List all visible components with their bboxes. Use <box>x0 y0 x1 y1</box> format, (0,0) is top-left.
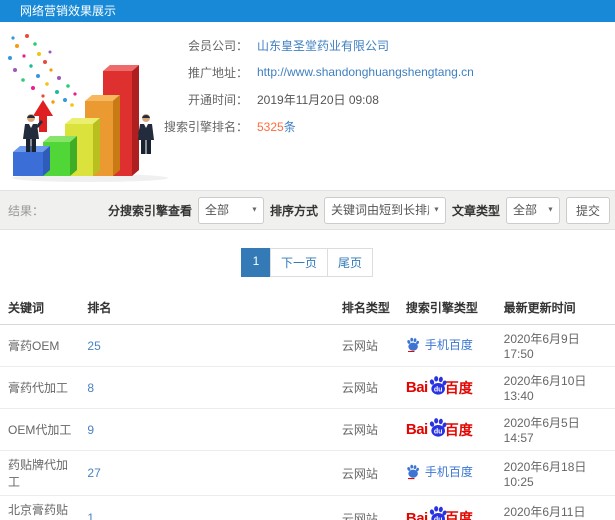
col-updated: 最新更新时间 <box>495 291 615 325</box>
results-table: 关键词 排名 排名类型 搜索引擎类型 最新更新时间 膏药OEM 25 云网站 手… <box>0 291 615 520</box>
info-row-rank-count: 搜索引擎排名： 5325条 <box>130 117 474 135</box>
rank-count-label: 搜索引擎排名： <box>163 119 248 134</box>
updated-cell: 2020年6月5日 14:57 <box>495 408 615 451</box>
updated-cell: 2020年6月18日 10:25 <box>495 450 615 496</box>
svg-text:du: du <box>434 516 443 520</box>
mobile-baidu-logo: 手机百度 <box>406 336 473 353</box>
col-keyword: 关键词 <box>0 291 80 325</box>
table-row: 膏药OEM 25 云网站 手机百度 2020年6月9日 17:50 <box>0 324 615 367</box>
member-info: 会员公司： 山东皇圣堂药业有限公司 推广地址： http://www.shand… <box>130 36 474 144</box>
table-row: 药贴牌代加工 27 云网站 手机百度 2020年6月18日 10:25 <box>0 450 615 496</box>
col-engine-type: 搜索引擎类型 <box>397 291 496 325</box>
info-row-open-time: 开通时间： 2019年11月20日 09:08 <box>130 90 474 108</box>
sort-filter-label: 排序方式 <box>269 203 318 218</box>
updated-cell: 2020年6月11日 11:18 <box>495 495 615 520</box>
rank-type-cell: 云网站 <box>333 408 398 451</box>
info-row-company: 会员公司： 山东皇圣堂药业有限公司 <box>130 36 474 54</box>
filter-bar: 结果： 分搜索引擎查看 全部 排序方式 关键词由短到长排序 文章类型 全部 提交 <box>0 190 615 230</box>
baidu-paw-icon: du <box>429 375 447 395</box>
mobile-baidu-logo: 手机百度 <box>406 463 473 480</box>
keyword-cell: 膏药代加工 <box>0 366 80 409</box>
rank-type-cell: 云网站 <box>333 495 398 520</box>
engine-cell: 手机百度 <box>397 324 496 367</box>
sort-select[interactable]: 关键词由短到长排序 <box>323 196 446 224</box>
page-title: 网络营销效果展示 <box>20 4 117 18</box>
rank-count-unit[interactable]: 条 <box>284 120 296 134</box>
table-header-row: 关键词 排名 排名类型 搜索引擎类型 最新更新时间 <box>0 291 615 325</box>
rank-type-cell: 云网站 <box>333 366 398 409</box>
pagination: 1 下一页 尾页 <box>0 248 615 277</box>
result-label: 结果： <box>8 203 45 218</box>
page-button-current[interactable]: 1 <box>240 248 271 277</box>
keyword-cell: 药贴牌代加工 <box>0 450 80 496</box>
rank-link[interactable]: 8 <box>79 366 334 409</box>
baidu-logo: Bai du 百度 <box>406 417 473 441</box>
top-section: 会员公司： 山东皇圣堂药业有限公司 推广地址： http://www.shand… <box>0 22 615 190</box>
engine-cell: Bai du 百度 <box>397 495 496 520</box>
engine-select-wrap: 全部 <box>197 196 264 224</box>
engine-filter-label: 分搜索引擎查看 <box>107 203 192 218</box>
company-link[interactable]: 山东皇圣堂药业有限公司 <box>257 37 389 54</box>
table-row: 膏药代加工 8 云网站 Bai du 百度 2020年6月10日 13:40 <box>0 366 615 409</box>
confetti-dots <box>8 34 77 107</box>
rank-count-number: 5325 <box>257 119 284 134</box>
svg-text:du: du <box>434 428 443 435</box>
baidu-paw-icon: du <box>429 506 447 520</box>
col-rank: 排名 <box>79 291 334 325</box>
open-time-label: 开通时间： <box>187 92 248 107</box>
article-select[interactable]: 全部 <box>505 196 560 224</box>
baidu-paw-icon <box>407 465 419 480</box>
engine-cell: Bai du 百度 <box>397 408 496 451</box>
submit-button[interactable]: 提交 <box>565 196 610 224</box>
baidu-paw-icon: du <box>429 417 447 437</box>
baidu-logo: Bai du 百度 <box>406 375 473 399</box>
baidu-paw-icon <box>407 337 419 353</box>
open-time-value: 2019年11月20日 09:08 <box>257 92 379 107</box>
rank-link[interactable]: 25 <box>79 324 334 367</box>
filter-controls: 分搜索引擎查看 全部 排序方式 关键词由短到长排序 文章类型 全部 提交 <box>107 196 610 224</box>
article-select-wrap: 全部 <box>505 196 560 224</box>
engine-select[interactable]: 全部 <box>197 196 264 224</box>
info-row-url: 推广地址： http://www.shandonghuangshengtang.… <box>130 63 474 81</box>
rank-link[interactable]: 9 <box>79 408 334 451</box>
sort-select-wrap: 关键词由短到长排序 <box>323 196 446 224</box>
article-filter-label: 文章类型 <box>451 203 500 218</box>
col-rank-type: 排名类型 <box>333 291 398 325</box>
keyword-cell: 北京膏药贴牌 <box>0 495 80 520</box>
updated-cell: 2020年6月9日 17:50 <box>495 324 615 367</box>
company-label: 会员公司： <box>187 38 248 53</box>
updated-cell: 2020年6月10日 13:40 <box>495 366 615 409</box>
rank-count-value: 5325条 <box>257 118 296 135</box>
rank-type-cell: 云网站 <box>333 324 398 367</box>
promo-url-label: 推广地址： <box>187 65 248 80</box>
engine-cell: 手机百度 <box>397 450 496 496</box>
rank-link[interactable]: 27 <box>79 450 334 496</box>
keyword-cell: 膏药OEM <box>0 324 80 367</box>
keyword-cell: OEM代加工 <box>0 408 80 451</box>
page-button-next[interactable]: 下一页 <box>269 248 328 277</box>
engine-cell: Bai du 百度 <box>397 366 496 409</box>
baidu-logo: Bai du 百度 <box>406 506 473 520</box>
promo-url-link[interactable]: http://www.shandonghuangshengtang.cn <box>257 65 474 79</box>
rank-link[interactable]: 1 <box>79 495 334 520</box>
table-row: OEM代加工 9 云网站 Bai du 百度 2020年6月5日 14:57 <box>0 408 615 451</box>
svg-text:du: du <box>434 386 443 393</box>
page-header: 网络营销效果展示 <box>0 0 615 22</box>
rank-type-cell: 云网站 <box>333 450 398 496</box>
table-row: 北京膏药贴牌 1 云网站 Bai du 百度 2020年6月11日 11:18 <box>0 495 615 520</box>
page-button-last[interactable]: 尾页 <box>327 248 374 277</box>
table-body: 膏药OEM 25 云网站 手机百度 2020年6月9日 17:50 膏药代加工 … <box>0 324 615 520</box>
